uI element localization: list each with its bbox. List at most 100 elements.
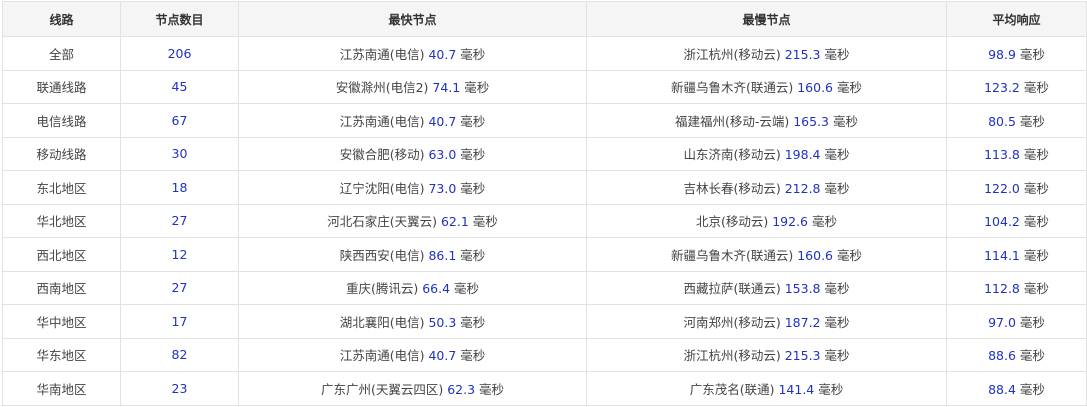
line-cell: 联通线路 xyxy=(2,69,121,104)
unit-label: 毫秒 xyxy=(460,46,486,62)
unit-label: 毫秒 xyxy=(1023,80,1049,96)
unit-label: 毫秒 xyxy=(824,281,850,297)
average-value: 122.0 xyxy=(984,180,1020,196)
line-name: 全部 xyxy=(48,46,74,62)
slowest-cell: 河南郑州(移动云) 187.2 毫秒 xyxy=(586,304,947,339)
average-cell: 98.9 毫秒 xyxy=(946,36,1087,71)
table-row: 西南地区 27 重庆(腾讯云) 66.4 毫秒 西藏拉萨(联通云) 153.8 毫秒 1… xyxy=(2,270,1087,305)
count-cell: 30 xyxy=(120,136,239,171)
average-cell: 88.6 毫秒 xyxy=(946,337,1087,372)
count-cell: 27 xyxy=(120,270,239,305)
unit-label: 毫秒 xyxy=(1023,281,1049,297)
slowest-node-name: 广东茂名(联通) xyxy=(689,381,775,397)
average-value: 113.8 xyxy=(984,147,1020,163)
average-cell: 104.2 毫秒 xyxy=(946,203,1087,238)
fastest-cell: 广东广州(天翼云四区) 62.3 毫秒 xyxy=(238,371,587,406)
average-value: 98.9 xyxy=(988,46,1016,62)
count-cell: 18 xyxy=(120,170,239,205)
average-cell: 113.8 毫秒 xyxy=(946,136,1087,171)
fastest-node-name: 安徽合肥(移动) xyxy=(339,147,425,163)
count-cell: 27 xyxy=(120,203,239,238)
average-value: 123.2 xyxy=(984,80,1020,96)
slowest-node-value: 187.2 xyxy=(784,314,821,330)
unit-label: 毫秒 xyxy=(837,247,863,263)
fastest-cell: 河北石家庄(天翼云) 62.1 毫秒 xyxy=(238,203,587,238)
fastest-node-name: 辽宁沈阳(电信) xyxy=(339,180,425,196)
fastest-node-value: 62.1 xyxy=(440,214,469,230)
unit-label: 毫秒 xyxy=(454,281,480,297)
fastest-node-name: 重庆(腾讯云) xyxy=(345,281,419,297)
unit-label: 毫秒 xyxy=(460,180,486,196)
slowest-cell: 新疆乌鲁木齐(联通云) 160.6 毫秒 xyxy=(586,69,947,104)
unit-label: 毫秒 xyxy=(824,348,850,364)
slowest-node-name: 新疆乌鲁木齐(联通云) xyxy=(670,80,794,96)
fastest-cell: 安徽合肥(移动) 63.0 毫秒 xyxy=(238,136,587,171)
node-count: 12 xyxy=(171,246,188,262)
line-cell: 华北地区 xyxy=(2,203,121,238)
slowest-node-value: 160.6 xyxy=(797,80,834,96)
line-cell: 东北地区 xyxy=(2,170,121,205)
unit-label: 毫秒 xyxy=(460,314,486,330)
count-cell: 206 xyxy=(120,36,239,71)
unit-label: 毫秒 xyxy=(1019,381,1045,397)
fastest-cell: 安徽滁州(电信2) 74.1 毫秒 xyxy=(238,69,587,104)
table-row: 联通线路 45 安徽滁州(电信2) 74.1 毫秒 新疆乌鲁木齐(联通云) 160.6… xyxy=(2,69,1087,104)
fastest-cell: 辽宁沈阳(电信) 73.0 毫秒 xyxy=(238,170,587,205)
node-count: 27 xyxy=(171,213,188,229)
unit-label: 毫秒 xyxy=(1023,147,1049,163)
table-row: 华东地区 82 江苏南通(电信) 40.7 毫秒 浙江杭州(移动云) 215.3 毫秒… xyxy=(2,337,1087,372)
fastest-node-name: 江苏南通(电信) xyxy=(339,348,425,364)
average-cell: 88.4 毫秒 xyxy=(946,371,1087,406)
line-cell: 西北地区 xyxy=(2,237,121,272)
line-cell: 西南地区 xyxy=(2,270,121,305)
node-count: 67 xyxy=(171,112,188,128)
node-count: 18 xyxy=(171,179,188,195)
line-name: 西北地区 xyxy=(36,247,87,263)
slowest-node-value: 153.8 xyxy=(784,281,821,297)
header-slowest-node: 最慢节点 xyxy=(586,1,947,37)
count-cell: 12 xyxy=(120,237,239,272)
line-name: 西南地区 xyxy=(36,281,87,297)
slowest-node-name: 福建福州(移动-云端) xyxy=(674,113,790,129)
table-row: 东北地区 18 辽宁沈阳(电信) 73.0 毫秒 吉林长春(移动云) 212.8 毫秒… xyxy=(2,170,1087,205)
slowest-node-value: 141.4 xyxy=(778,381,815,397)
table-row: 华北地区 27 河北石家庄(天翼云) 62.1 毫秒 北京(移动云) 192.6 毫秒… xyxy=(2,203,1087,238)
fastest-node-value: 73.0 xyxy=(428,180,457,196)
slowest-node-name: 浙江杭州(移动云) xyxy=(683,348,781,364)
slowest-node-name: 西藏拉萨(联通云) xyxy=(683,281,781,297)
fastest-cell: 江苏南通(电信) 40.7 毫秒 xyxy=(238,36,587,71)
slowest-node-value: 212.8 xyxy=(784,180,821,196)
unit-label: 毫秒 xyxy=(1023,214,1049,230)
line-cell: 电信线路 xyxy=(2,103,121,138)
fastest-node-value: 40.7 xyxy=(428,348,457,364)
header-row: 线路 节点数目 最快节点 最慢节点 平均响应 xyxy=(2,1,1087,37)
node-count: 45 xyxy=(171,79,188,95)
slowest-cell: 广东茂名(联通) 141.4 毫秒 xyxy=(586,371,947,406)
unit-label: 毫秒 xyxy=(472,214,498,230)
unit-label: 毫秒 xyxy=(1019,46,1045,62)
line-name: 东北地区 xyxy=(36,180,87,196)
unit-label: 毫秒 xyxy=(460,113,486,129)
fastest-node-name: 河北石家庄(天翼云) xyxy=(327,214,437,230)
line-name: 华东地区 xyxy=(36,348,87,364)
slowest-node-name: 河南郑州(移动云) xyxy=(683,314,781,330)
slowest-node-value: 160.6 xyxy=(797,247,834,263)
fastest-cell: 江苏南通(电信) 40.7 毫秒 xyxy=(238,337,587,372)
fastest-node-name: 江苏南通(电信) xyxy=(339,113,425,129)
fastest-node-value: 63.0 xyxy=(428,147,457,163)
slowest-node-value: 215.3 xyxy=(784,348,821,364)
fastest-node-name: 湖北襄阳(电信) xyxy=(339,314,425,330)
line-name: 华南地区 xyxy=(36,381,87,397)
slowest-node-name: 吉林长春(移动云) xyxy=(683,180,781,196)
unit-label: 毫秒 xyxy=(1023,180,1049,196)
count-cell: 82 xyxy=(120,337,239,372)
unit-label: 毫秒 xyxy=(464,80,490,96)
count-cell: 23 xyxy=(120,371,239,406)
average-value: 104.2 xyxy=(984,214,1020,230)
line-cell: 华中地区 xyxy=(2,304,121,339)
fastest-node-name: 江苏南通(电信) xyxy=(339,46,425,62)
average-cell: 114.1 毫秒 xyxy=(946,237,1087,272)
slowest-cell: 西藏拉萨(联通云) 153.8 毫秒 xyxy=(586,270,947,305)
fastest-node-value: 66.4 xyxy=(422,281,451,297)
unit-label: 毫秒 xyxy=(1019,113,1045,129)
